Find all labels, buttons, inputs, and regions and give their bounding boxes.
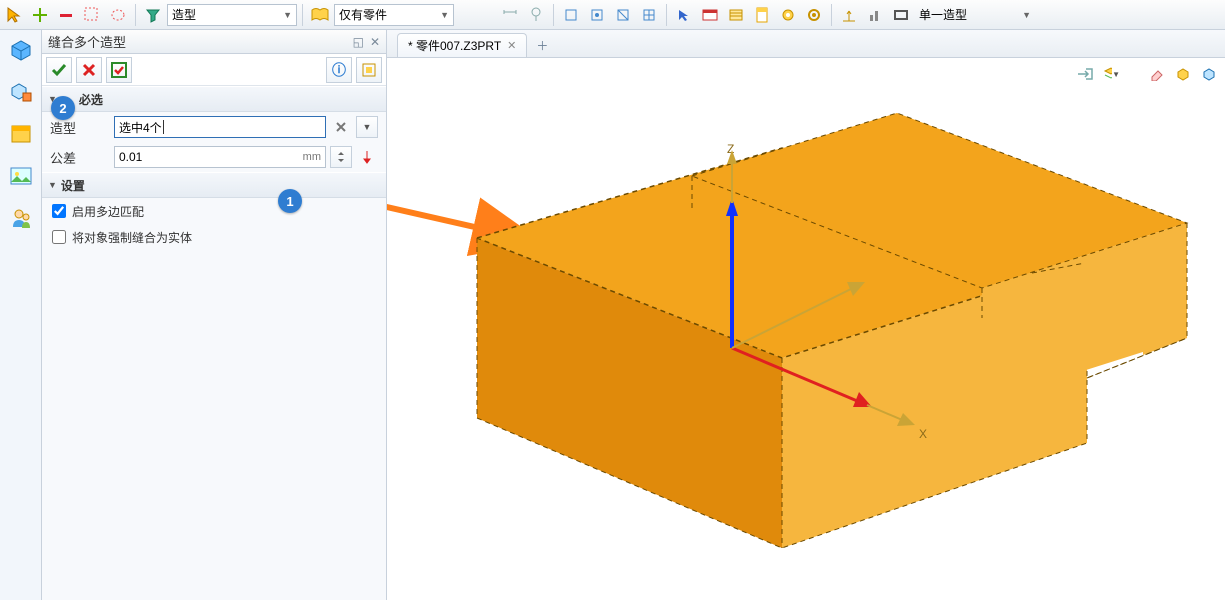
wrench-icon[interactable] xyxy=(776,3,800,27)
left-icon-strip xyxy=(0,30,42,600)
force-solid-checkbox[interactable] xyxy=(52,230,66,244)
model-svg: Z X xyxy=(387,58,1225,598)
axis-x-label: X xyxy=(919,427,927,441)
filter-icon[interactable] xyxy=(141,3,165,27)
combo-text: 仅有零件 xyxy=(339,6,387,23)
user-icon[interactable] xyxy=(7,204,35,232)
close-tab-icon[interactable]: ✕ xyxy=(507,39,516,52)
force-solid-check-row: 将对象强制缝合为实体 xyxy=(42,224,386,250)
cursor-icon[interactable] xyxy=(2,3,26,27)
shape-row: 造型 选中4个 ▼ xyxy=(42,112,386,142)
clear-shape-button[interactable] xyxy=(330,116,352,138)
snap1-icon[interactable] xyxy=(559,3,583,27)
badge-two: 2 xyxy=(51,96,75,120)
close-panel-icon[interactable]: ✕ xyxy=(370,35,380,49)
cube-icon[interactable] xyxy=(7,36,35,64)
properties-panel: 缝合多个造型 ◱ ✕ ⓘ xyxy=(42,30,387,600)
section-label: 设置 xyxy=(61,177,85,194)
snap4-icon[interactable] xyxy=(637,3,661,27)
parts-filter-combo[interactable]: 仅有零件▼ xyxy=(334,4,454,26)
canvas-3d[interactable]: Z X xyxy=(387,58,1225,600)
document-tab[interactable]: * 零件007.Z3PRT ✕ xyxy=(397,33,527,57)
action-row: ⓘ xyxy=(42,54,386,86)
cancel-button[interactable] xyxy=(76,57,102,83)
panel-header: 缝合多个造型 ◱ ✕ xyxy=(42,30,386,54)
book2-icon[interactable] xyxy=(698,3,722,27)
shape-label: 造型 xyxy=(50,118,110,137)
shape-input-text: 选中4个 xyxy=(119,119,162,136)
axis-icon[interactable] xyxy=(837,3,861,27)
shape-dropdown-button[interactable]: ▼ xyxy=(356,116,378,138)
structure-icon[interactable] xyxy=(7,78,35,106)
book-icon[interactable] xyxy=(308,3,332,27)
dim2-icon[interactable] xyxy=(524,3,548,27)
multi-edge-checkbox[interactable] xyxy=(52,204,66,218)
tab-title: * 零件007.Z3PRT xyxy=(408,37,501,54)
tol-measure-button[interactable] xyxy=(356,146,378,168)
settings-section-header[interactable]: ▼ 设置 xyxy=(42,172,386,198)
plus-icon[interactable] xyxy=(28,3,52,27)
info-button[interactable]: ⓘ xyxy=(326,57,352,83)
tolerance-row: 公差 0.01 mm xyxy=(42,142,386,172)
arrow-select-icon[interactable] xyxy=(672,3,696,27)
select-lasso-icon[interactable] xyxy=(106,3,130,27)
shape-mode-combo[interactable]: 单一造型▼ xyxy=(915,4,1035,26)
dim-icon[interactable] xyxy=(498,3,522,27)
doc-icon[interactable] xyxy=(750,3,774,27)
reset-button[interactable] xyxy=(356,57,382,83)
document-tabs: * 零件007.Z3PRT ✕ ＋ xyxy=(387,30,1225,58)
apply-button[interactable] xyxy=(106,57,132,83)
force-solid-label: 将对象强制缝合为实体 xyxy=(72,229,192,246)
shape-filter-combo[interactable]: 造型▼ xyxy=(167,4,297,26)
image-icon[interactable] xyxy=(7,162,35,190)
tolerance-label: 公差 xyxy=(50,148,110,167)
collapse-icon: ▼ xyxy=(48,180,57,190)
gear-icon[interactable] xyxy=(802,3,826,27)
required-section-header[interactable]: ▼ 必选 xyxy=(42,86,386,112)
multi-edge-check-row: 启用多边匹配 xyxy=(42,198,386,224)
tolerance-value: 0.01 xyxy=(119,150,142,164)
rect-icon[interactable] xyxy=(889,3,913,27)
select-box-icon[interactable] xyxy=(80,3,104,27)
ok-button[interactable] xyxy=(46,57,72,83)
snap3-icon[interactable] xyxy=(611,3,635,27)
viewer: * 零件007.Z3PRT ✕ ＋ ▼ xyxy=(387,30,1225,600)
combo-text: 造型 xyxy=(172,6,196,23)
panel-title: 缝合多个造型 xyxy=(48,32,126,51)
tolerance-input[interactable]: 0.01 mm xyxy=(114,146,326,168)
badge-one: 1 xyxy=(278,189,302,213)
layers-icon[interactable] xyxy=(7,120,35,148)
tol-stepper[interactable] xyxy=(330,146,352,168)
add-tab-button[interactable]: ＋ xyxy=(533,36,551,54)
tolerance-unit: mm xyxy=(303,151,321,163)
combo-text: 单一造型 xyxy=(919,6,967,23)
bar-icon[interactable] xyxy=(863,3,887,27)
minus-icon[interactable] xyxy=(54,3,78,27)
shape-input[interactable]: 选中4个 xyxy=(114,116,326,138)
snap2-icon[interactable] xyxy=(585,3,609,27)
main-area: 缝合多个造型 ◱ ✕ ⓘ xyxy=(0,30,1225,600)
top-toolbar: 造型▼ 仅有零件▼ 单一造型▼ xyxy=(0,0,1225,30)
align-icon[interactable] xyxy=(724,3,748,27)
restore-icon[interactable]: ◱ xyxy=(353,35,364,49)
multi-edge-label: 启用多边匹配 xyxy=(72,203,144,220)
